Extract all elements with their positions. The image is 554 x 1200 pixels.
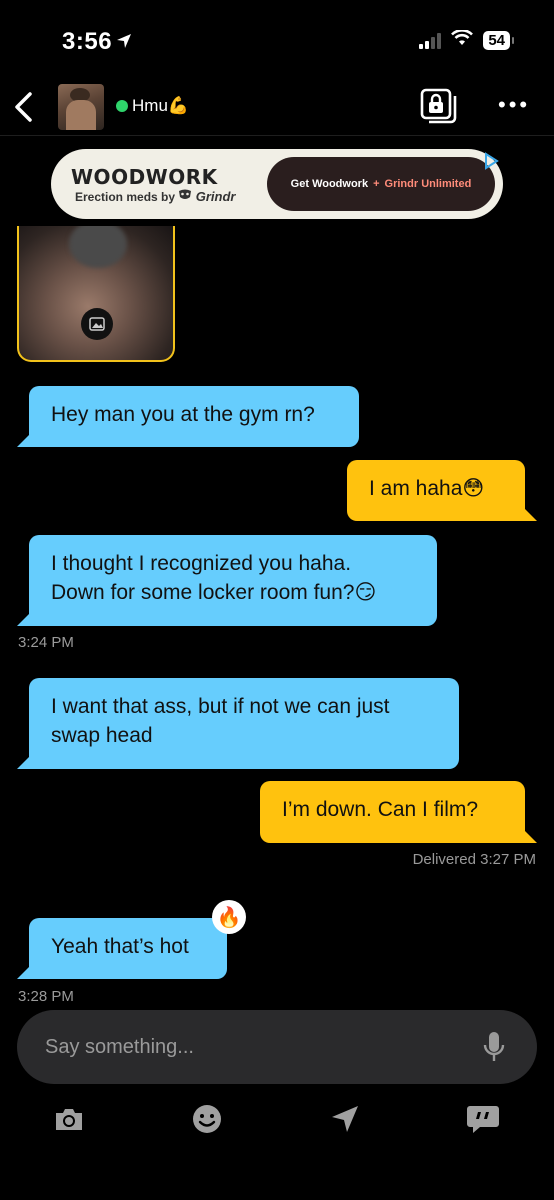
cellular-signal-icon xyxy=(419,32,442,49)
back-button[interactable] xyxy=(10,88,40,126)
message-timestamp: 3:24 PM xyxy=(18,634,74,651)
ad-cta-part1: Get Woodwork xyxy=(290,178,369,190)
image-message[interactable] xyxy=(17,226,175,362)
message-outgoing[interactable]: I’m down. Can I film? xyxy=(260,781,537,843)
location-icon[interactable] xyxy=(328,1102,362,1136)
private-album-button[interactable] xyxy=(420,88,458,124)
delivery-status: Delivered 3:27 PM xyxy=(413,851,536,868)
message-reaction[interactable]: 🔥 xyxy=(212,900,246,934)
chat-username[interactable]: Hmu💪 xyxy=(132,96,189,116)
online-status-dot xyxy=(116,100,128,112)
ad-tagline-text: Erection meds by xyxy=(75,190,176,204)
more-options-icon[interactable]: ••• xyxy=(498,94,530,116)
message-composer xyxy=(17,1010,537,1084)
battery-indicator: 54 xyxy=(483,31,514,50)
camera-icon[interactable] xyxy=(52,1102,86,1136)
ad-cta-button[interactable]: Get Woodwork + Grindr Unlimited xyxy=(267,157,495,211)
wifi-icon xyxy=(451,29,474,51)
location-arrow-icon xyxy=(116,28,132,56)
image-blur-shape xyxy=(69,226,127,268)
delivered-label: Delivered xyxy=(412,851,476,868)
chevron-left-icon xyxy=(15,92,32,122)
status-indicators: 54 xyxy=(419,29,514,51)
grindr-mask-icon xyxy=(178,189,195,204)
username-emoji: 💪 xyxy=(167,96,190,116)
adchoices-icon[interactable] xyxy=(481,151,501,171)
fire-reaction-icon: 🔥 xyxy=(216,905,242,929)
ad-tagline: Erection meds by Grindr xyxy=(75,189,235,204)
chat-header: Hmu💪 ••• xyxy=(0,78,554,136)
message-incoming[interactable]: Yeah that’s hot xyxy=(17,918,227,979)
message-timestamp: 3:28 PM xyxy=(18,988,74,1005)
clock: 3:56 xyxy=(62,28,113,55)
message-emoji: 😏 xyxy=(354,580,377,604)
ad-brand: WOODWORK xyxy=(71,165,218,189)
lock-album-icon xyxy=(420,88,457,124)
message-outgoing[interactable]: I am haha😳 xyxy=(347,460,537,521)
message-input[interactable] xyxy=(45,1030,465,1064)
emoji-icon[interactable] xyxy=(190,1102,224,1136)
delivered-time: 3:27 PM xyxy=(480,851,536,868)
message-text-line1: I want that ass, but if not we can just xyxy=(51,695,390,718)
message-text-line2: Down for some locker room fun? xyxy=(51,581,355,604)
message-text: Hey man you at the gym rn? xyxy=(51,403,315,426)
status-time: 3:56 xyxy=(62,28,132,56)
message-text-line1: I thought I recognized you haha. xyxy=(51,552,352,575)
message-text-line2: swap head xyxy=(51,724,153,747)
message-incoming[interactable]: I want that ass, but if not we can just … xyxy=(17,678,459,769)
message-text: I am haha xyxy=(369,477,463,500)
message-incoming[interactable]: I thought I recognized you haha. Down fo… xyxy=(17,535,437,626)
message-text: I’m down. Can I film? xyxy=(282,798,479,821)
ad-tagline-brand: Grindr xyxy=(195,189,236,204)
ad-cta-plus: + xyxy=(373,178,380,190)
microphone-icon[interactable] xyxy=(483,1030,505,1064)
profile-avatar[interactable] xyxy=(58,84,104,130)
saved-phrases-icon[interactable] xyxy=(466,1102,500,1136)
message-emoji: 😳 xyxy=(462,476,485,500)
message-incoming[interactable]: Hey man you at the gym rn? xyxy=(17,386,359,447)
ad-banner[interactable]: WOODWORK Erection meds by Grindr Get Woo… xyxy=(51,149,503,219)
ad-cta-part2: Grindr Unlimited xyxy=(384,178,472,190)
message-text: Yeah that’s hot xyxy=(51,935,189,958)
username-text: Hmu xyxy=(132,96,168,115)
image-icon xyxy=(81,308,113,340)
